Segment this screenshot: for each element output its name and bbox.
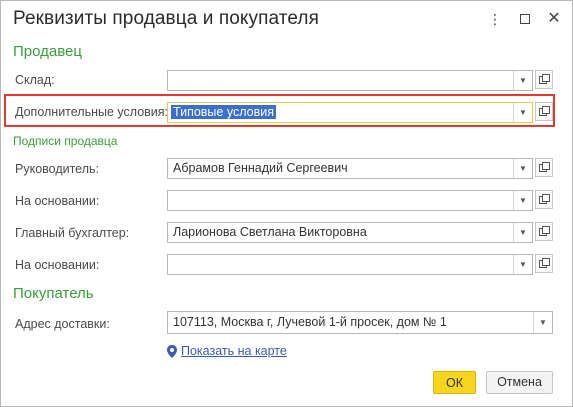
open-icon [539,162,550,172]
dialog-window: Реквизиты продавца и покупателя ⋮ ✕ Прод… [0,0,573,407]
open-additional-terms-button[interactable] [535,102,553,121]
director-basis-field[interactable]: ▼ [167,190,533,211]
dropdown-icon[interactable]: ▼ [513,159,532,178]
dropdown-icon[interactable]: ▼ [513,103,532,122]
ok-button[interactable]: ОК [433,371,476,394]
dropdown-icon[interactable]: ▼ [533,312,552,333]
additional-terms-field[interactable]: Типовые условия ▼ [167,102,533,123]
director-field[interactable]: Абрамов Геннадий Сергеевич ▼ [167,158,533,179]
warehouse-label: Склад: [15,73,55,87]
open-chief-accountant-button[interactable] [535,222,553,241]
additional-terms-label: Дополнительные условия: [15,105,169,119]
additional-terms-value: Типовые условия [171,105,276,119]
chief-accountant-field[interactable]: Ларионова Светлана Викторовна ▼ [167,222,533,243]
cancel-button[interactable]: Отмена [486,371,553,394]
dropdown-icon[interactable]: ▼ [513,255,532,274]
dropdown-icon[interactable]: ▼ [513,71,532,90]
director-label: Руководитель: [15,162,100,176]
open-icon [539,194,550,204]
open-icon [539,226,550,236]
open-accountant-basis-button[interactable] [535,254,553,273]
open-icon [539,74,550,84]
chief-accountant-label: Главный бухгалтер: [15,226,130,240]
seller-section-title: Продавец [13,43,82,60]
open-warehouse-button[interactable] [535,70,553,89]
more-vertical-icon[interactable]: ⋮ [485,9,505,29]
accountant-basis-field[interactable]: ▼ [167,254,533,275]
maximize-icon[interactable] [515,9,535,29]
dropdown-icon[interactable]: ▼ [513,223,532,242]
show-on-map-link[interactable]: Показать на карте [181,344,287,358]
delivery-address-value: 107113, Москва г, Лучевой 1-й просек, до… [173,315,447,329]
open-director-button[interactable] [535,158,553,177]
accountant-basis-label: На основании: [15,258,100,272]
open-icon [539,106,550,116]
signatures-title: Подписи продавца [13,134,118,148]
director-basis-label: На основании: [15,194,100,208]
map-pin-icon [167,345,177,358]
chief-accountant-value: Ларионова Светлана Викторовна [173,225,367,239]
delivery-address-field[interactable]: 107113, Москва г, Лучевой 1-й просек, до… [167,311,553,334]
open-icon [539,258,550,268]
close-icon[interactable]: ✕ [544,9,564,29]
delivery-address-label: Адрес доставки: [15,317,110,331]
buyer-section-title: Покупатель [13,285,94,302]
open-director-basis-button[interactable] [535,190,553,209]
dropdown-icon[interactable]: ▼ [513,191,532,210]
dialog-title: Реквизиты продавца и покупателя [13,8,319,29]
warehouse-field[interactable]: ▼ [167,70,533,91]
director-value: Абрамов Геннадий Сергеевич [173,161,348,175]
